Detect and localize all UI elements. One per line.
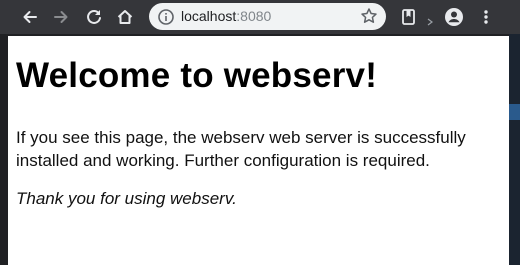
page-title: Welcome to webserv!: [16, 56, 378, 95]
reload-icon[interactable]: [81, 4, 107, 30]
url-host: localhost: [181, 8, 237, 24]
account-icon[interactable]: [441, 4, 467, 30]
background-window-strip: [509, 34, 520, 265]
star-icon[interactable]: [360, 7, 378, 25]
url-port: :8080: [236, 8, 272, 24]
page-content: Welcome to webserv! If you see this page…: [8, 36, 509, 265]
url-text[interactable]: localhost:8080: [181, 3, 271, 30]
background-window-highlight: [509, 104, 520, 120]
page-thanks-text: Thank you for using webserv.: [16, 189, 237, 208]
separator-chevron-icon: [427, 13, 433, 26]
home-icon[interactable]: [112, 4, 138, 30]
back-arrow-icon[interactable]: [17, 4, 43, 30]
address-bar[interactable]: localhost:8080: [149, 3, 386, 30]
forward-arrow-icon[interactable]: [48, 4, 74, 30]
more-vert-icon[interactable]: [473, 4, 499, 30]
info-icon[interactable]: [157, 8, 175, 26]
browser-toolbar: localhost:8080: [0, 0, 520, 34]
page-body-text: If you see this page, the webserv web se…: [16, 128, 466, 170]
reading-list-icon[interactable]: [396, 4, 422, 30]
